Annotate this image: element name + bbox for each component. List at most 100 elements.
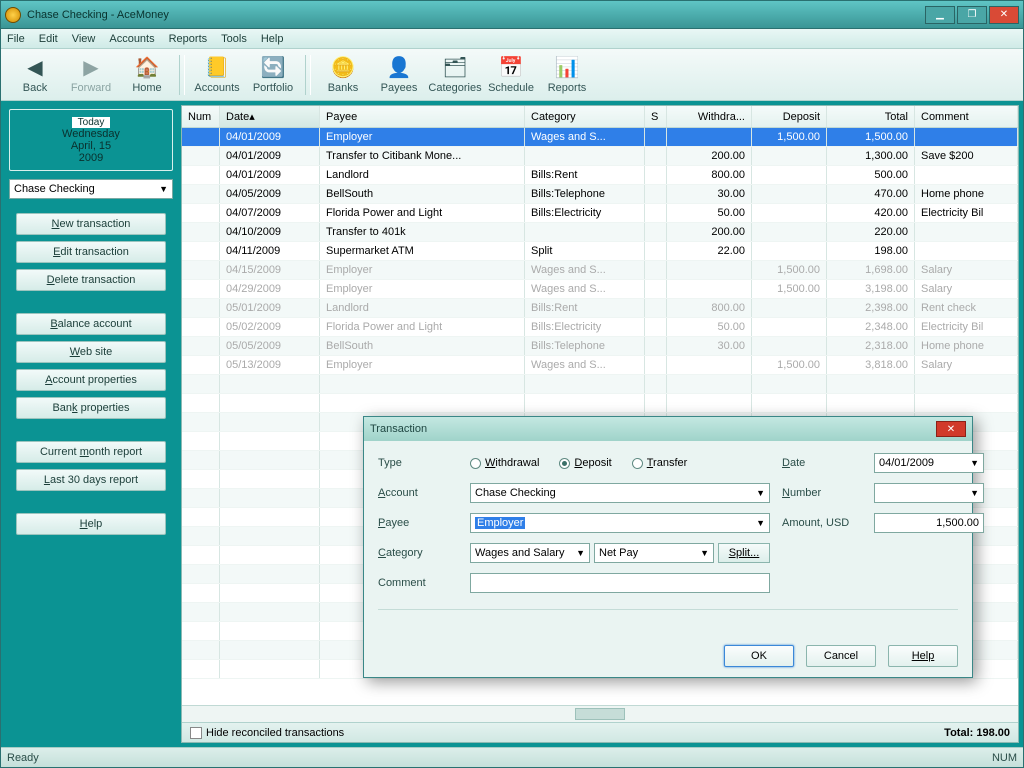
comment-label: Comment [378,577,458,589]
horizontal-scrollbar[interactable] [182,705,1018,722]
ok-button[interactable]: OK [724,645,794,667]
menu-edit[interactable]: Edit [39,33,58,45]
cell [667,128,752,146]
type-radio-transfer[interactable]: Transfer [632,457,688,469]
date-input[interactable]: 04/01/2009▼ [874,453,984,473]
table-row[interactable]: 05/05/2009BellSouthBills:Telephone30.002… [182,337,1018,356]
cell: 04/10/2009 [220,223,320,241]
menu-accounts[interactable]: Accounts [109,33,154,45]
cell [182,147,220,165]
menu-view[interactable]: View [72,33,96,45]
col-header-withdra[interactable]: Withdra... [667,106,752,127]
col-header-s[interactable]: S [645,106,667,127]
subcategory-input[interactable]: Net Pay▼ [594,543,714,563]
cell: Electricity Bil [915,204,1018,222]
number-input[interactable]: ▼ [874,483,984,503]
col-header-total[interactable]: Total [827,106,915,127]
cell: Rent check [915,299,1018,317]
sidebar-balance-account-button[interactable]: Balance account [16,313,166,335]
chevron-down-icon: ▼ [700,548,709,558]
table-row[interactable]: 04/10/2009Transfer to 401k200.00220.00 [182,223,1018,242]
table-row[interactable]: 05/13/2009EmployerWages and S...1,500.00… [182,356,1018,375]
toolbar-accounts-button[interactable]: 📒Accounts [189,51,245,99]
sidebar-web-site-button[interactable]: Web site [16,341,166,363]
category-input[interactable]: Wages and Salary▼ [470,543,590,563]
menubar: File Edit View Accounts Reports Tools Help [1,29,1023,49]
cell [667,280,752,298]
comment-input[interactable] [470,573,770,593]
cell: 04/07/2009 [220,204,320,222]
cell: 05/13/2009 [220,356,320,374]
sidebar-delete-transaction-button[interactable]: Delete transaction [16,269,166,291]
hide-reconciled-checkbox[interactable]: Hide reconciled transactions [190,727,344,739]
checkbox-box [190,727,202,739]
cell [667,261,752,279]
table-row[interactable]: 05/02/2009Florida Power and LightBills:E… [182,318,1018,337]
menu-help[interactable]: Help [261,33,284,45]
help-button[interactable]: Help [888,645,958,667]
toolbar-payees-button[interactable]: 👤Payees [371,51,427,99]
payee-input[interactable]: Employer▼ [470,513,770,533]
amount-input[interactable]: 1,500.00 [874,513,984,533]
menu-reports[interactable]: Reports [169,33,208,45]
table-row[interactable]: 04/07/2009Florida Power and LightBills:E… [182,204,1018,223]
table-row[interactable]: 04/29/2009EmployerWages and S...1,500.00… [182,280,1018,299]
categories-icon: 🗂 [443,56,467,80]
toolbar-back-button[interactable]: ◀Back [7,51,63,99]
col-header-payee[interactable]: Payee [320,106,525,127]
type-radio-deposit[interactable]: Deposit [559,457,611,469]
table-row[interactable]: 04/11/2009Supermarket ATMSplit22.00198.0… [182,242,1018,261]
col-header-date[interactable]: Date ▴ [220,106,320,127]
col-header-deposit[interactable]: Deposit [752,106,827,127]
table-row[interactable]: 04/05/2009BellSouthBills:Telephone30.004… [182,185,1018,204]
split-button[interactable]: Split... [718,543,770,563]
table-row[interactable]: 04/01/2009LandlordBills:Rent800.00500.00 [182,166,1018,185]
cell: Wages and S... [525,128,645,146]
cell: 2,318.00 [827,337,915,355]
table-row[interactable]: 04/01/2009EmployerWages and S...1,500.00… [182,128,1018,147]
toolbar-categories-button[interactable]: 🗂Categories [427,51,483,99]
sidebar-new-transaction-button[interactable]: New transaction [16,213,166,235]
col-header-comment[interactable]: Comment [915,106,1018,127]
maximize-button[interactable]: ❐ [957,6,987,24]
account-selector[interactable]: Chase Checking ▼ [9,179,173,199]
sidebar-edit-transaction-button[interactable]: Edit transaction [16,241,166,263]
cell: 500.00 [827,166,915,184]
category-row: Wages and Salary▼ Net Pay▼ Split... [470,543,770,563]
cancel-button[interactable]: Cancel [806,645,876,667]
toolbar-reports-button[interactable]: 📊Reports [539,51,595,99]
sidebar-bank-properties-button[interactable]: Bank properties [16,397,166,419]
table-row[interactable]: 04/15/2009EmployerWages and S...1,500.00… [182,261,1018,280]
toolbar-banks-button[interactable]: 🪙Banks [315,51,371,99]
cell [182,185,220,203]
table-row[interactable]: 05/01/2009LandlordBills:Rent800.002,398.… [182,299,1018,318]
toolbar-portfolio-button[interactable]: 🔄Portfolio [245,51,301,99]
cell [525,223,645,241]
menu-tools[interactable]: Tools [221,33,247,45]
sidebar-help-button[interactable]: Help [16,513,166,535]
sidebar-account-properties-button[interactable]: Account properties [16,369,166,391]
statusbar: Ready NUM [1,747,1023,767]
type-radio-withdrawal[interactable]: Withdrawal [470,457,539,469]
toolbar-home-button[interactable]: 🏠Home [119,51,175,99]
table-row[interactable]: 04/01/2009Transfer to Citibank Mone...20… [182,147,1018,166]
cell [915,166,1018,184]
dialog-divider [378,609,958,610]
minimize-button[interactable]: ▁ [925,6,955,24]
toolbar-schedule-button[interactable]: 📅Schedule [483,51,539,99]
sidebar-last-30-days-report-button[interactable]: Last 30 days report [16,469,166,491]
cell: 05/02/2009 [220,318,320,336]
cell: Bills:Telephone [525,185,645,203]
sidebar-current-month-report-button[interactable]: Current month report [16,441,166,463]
menu-file[interactable]: File [7,33,25,45]
scrollbar-thumb[interactable] [575,708,625,720]
col-header-category[interactable]: Category [525,106,645,127]
dialog-close-button[interactable]: ✕ [936,421,966,437]
account-input[interactable]: Chase Checking▼ [470,483,770,503]
cell [752,318,827,336]
radio-label: Withdrawal [485,457,539,469]
col-header-num[interactable]: Num [182,106,220,127]
cell [182,280,220,298]
number-label: Number [782,487,862,499]
close-button[interactable]: ✕ [989,6,1019,24]
